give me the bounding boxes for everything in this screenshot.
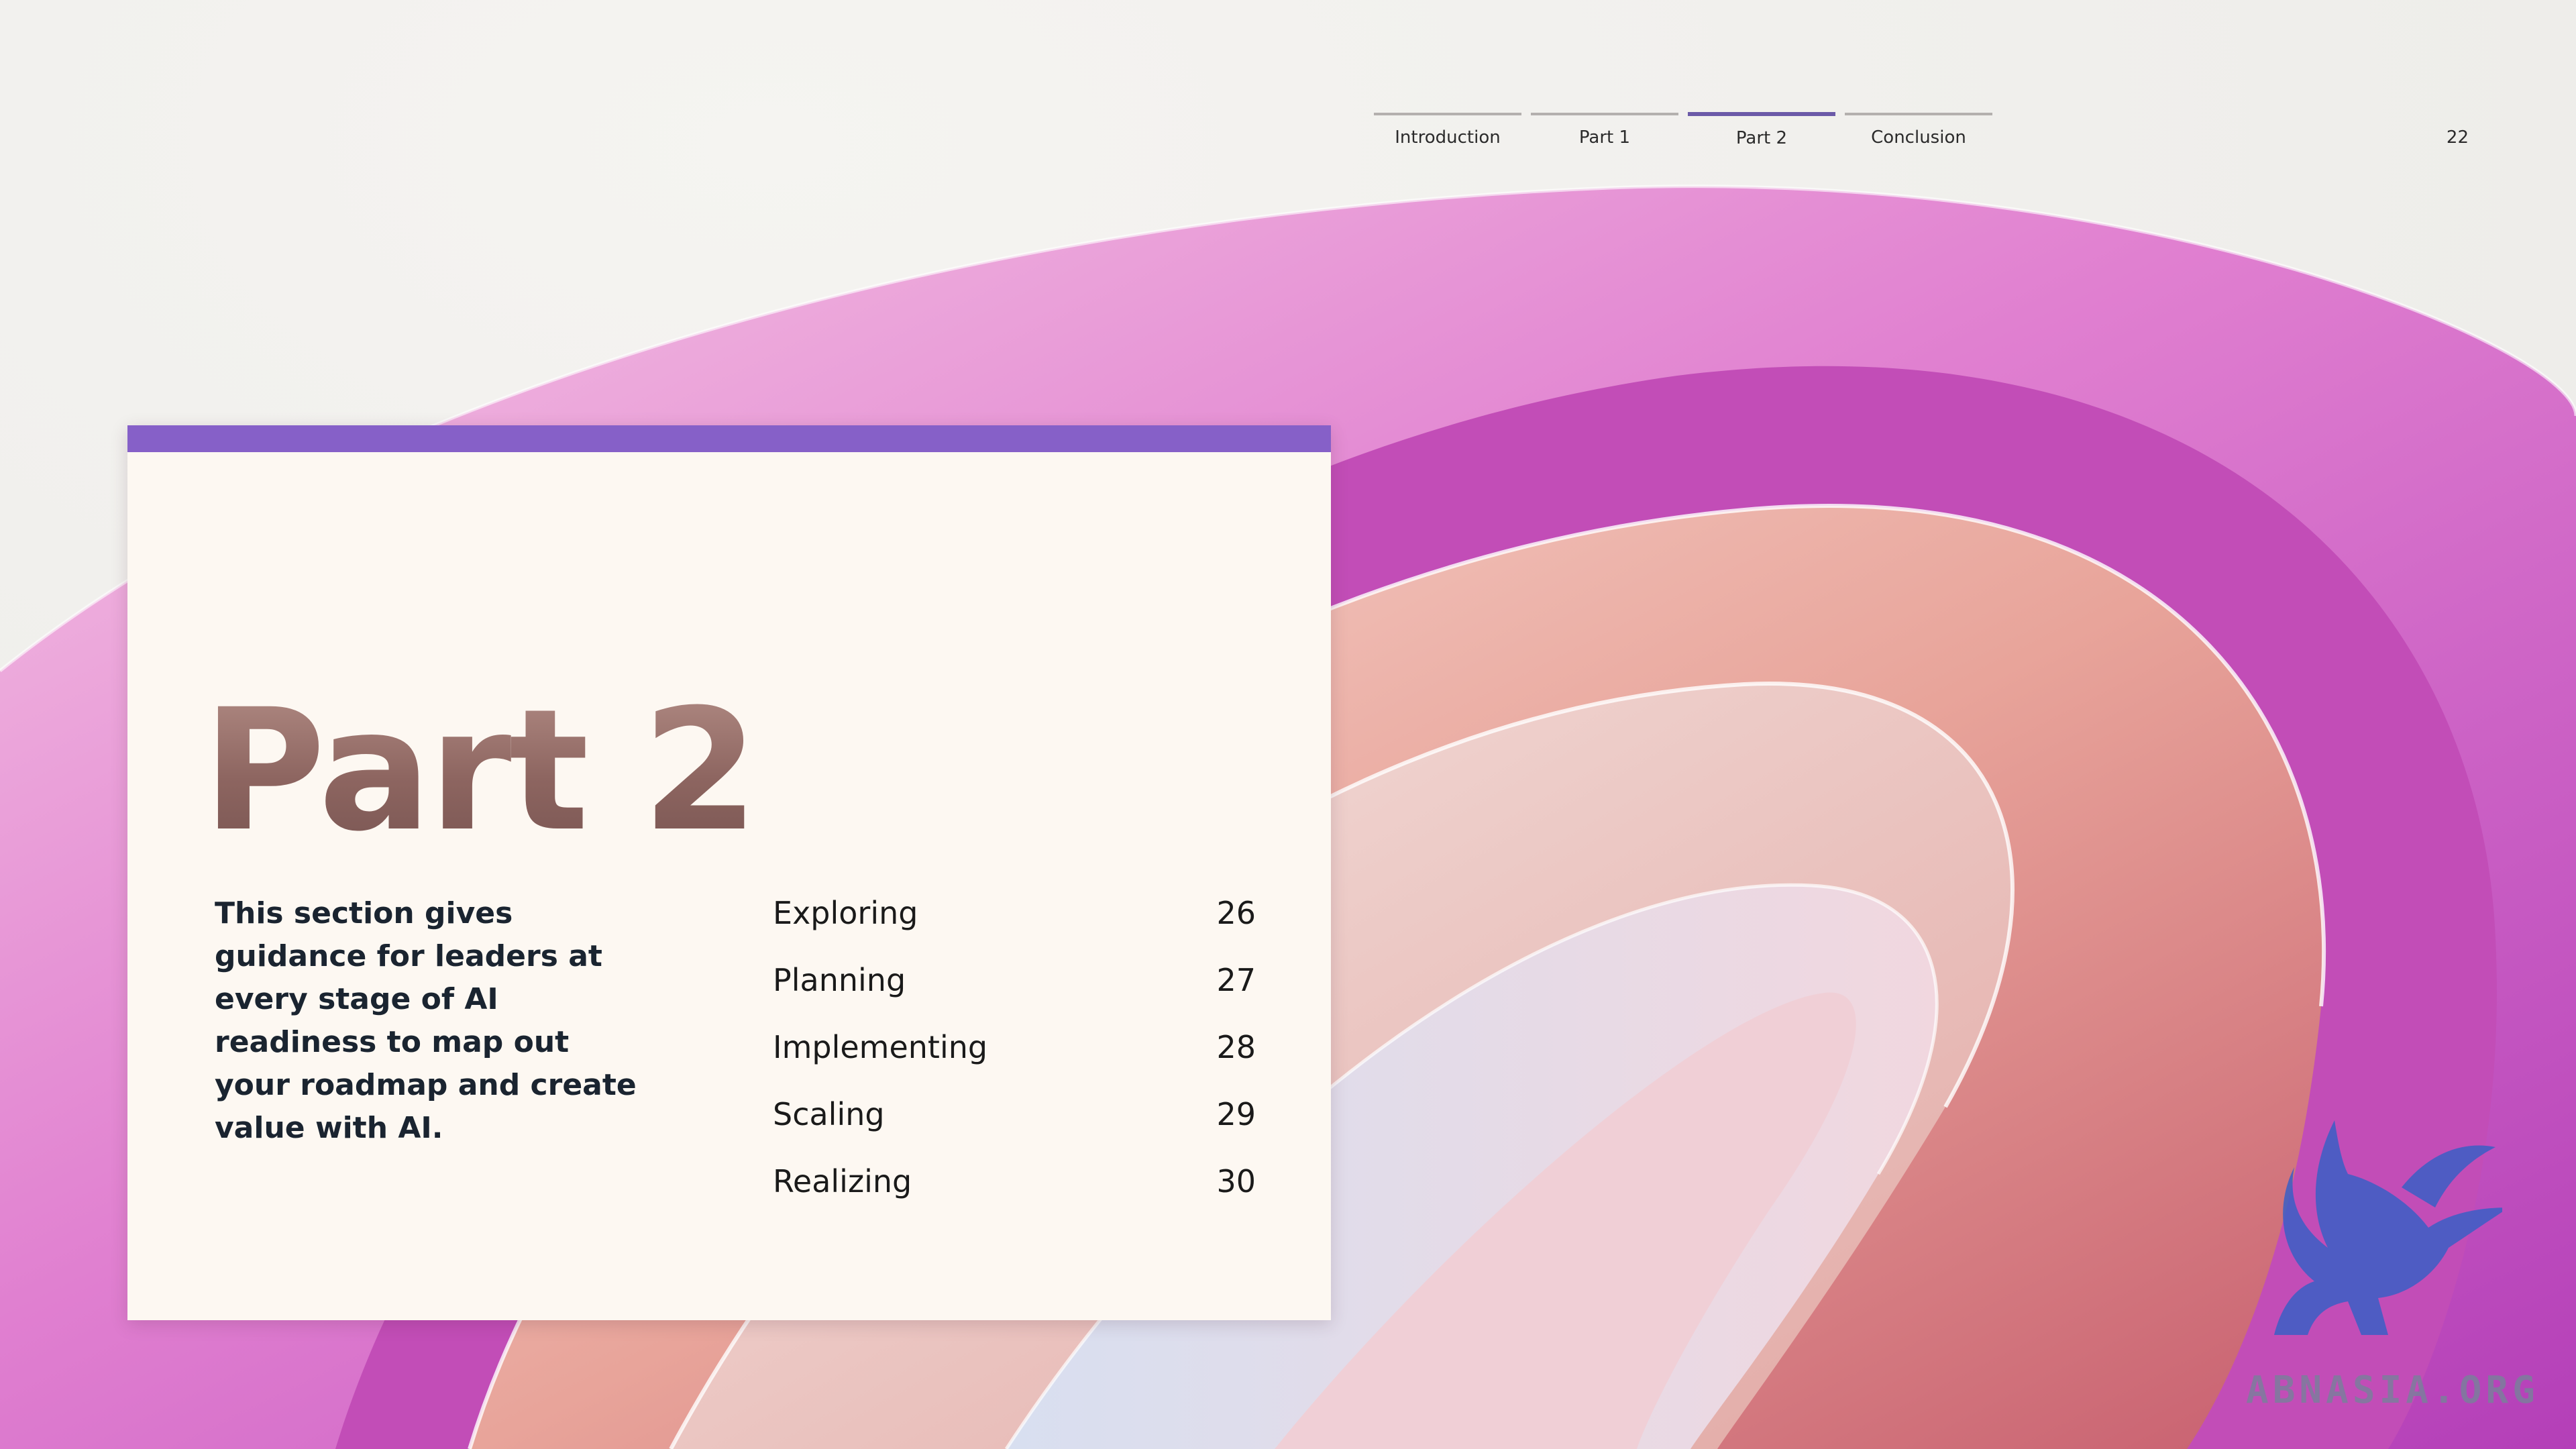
griffin-logo-icon — [2274, 1120, 2502, 1335]
toc-label: Planning — [773, 962, 906, 998]
toc-page-number: 27 — [1216, 962, 1256, 998]
section-card: Part 2 This section gives guidance for l… — [127, 425, 1331, 1320]
nav-tab-label: Part 2 — [1735, 128, 1788, 148]
toc-item-scaling[interactable]: Scaling 29 — [773, 1096, 1256, 1163]
toc-item-realizing[interactable]: Realizing 30 — [773, 1163, 1256, 1230]
toc-item-exploring[interactable]: Exploring 26 — [773, 895, 1256, 962]
toc-label: Scaling — [773, 1096, 885, 1132]
toc-page-number: 26 — [1216, 895, 1256, 931]
toc-page-number: 28 — [1216, 1029, 1256, 1065]
toc-item-planning[interactable]: Planning 27 — [773, 962, 1256, 1029]
nav-tab-label: Introduction — [1395, 127, 1501, 148]
toc-label: Exploring — [773, 895, 918, 931]
watermark-text: ABNASIA.ORG — [2246, 1368, 2539, 1412]
nav-tab-introduction[interactable]: Introduction — [1374, 113, 1521, 156]
accent-bar — [127, 425, 1331, 452]
section-title: Part 2 — [203, 673, 759, 868]
toc-label: Implementing — [773, 1029, 988, 1065]
toc-label: Realizing — [773, 1163, 912, 1199]
nav-tab-label: Conclusion — [1871, 127, 1966, 148]
page-number: 22 — [2446, 127, 2469, 148]
table-of-contents: Exploring 26 Planning 27 Implementing 28… — [773, 895, 1256, 1230]
toc-page-number: 30 — [1216, 1163, 1256, 1199]
toc-page-number: 29 — [1216, 1096, 1256, 1132]
nav-tab-label: Part 1 — [1578, 127, 1631, 148]
nav-tab-conclusion[interactable]: Conclusion — [1845, 113, 1992, 156]
nav-tab-part-1[interactable]: Part 1 — [1531, 113, 1678, 156]
nav-tab-part-2[interactable]: Part 2 — [1688, 112, 1835, 156]
toc-item-implementing[interactable]: Implementing 28 — [773, 1029, 1256, 1096]
section-description: This section gives guidance for leaders … — [215, 896, 637, 1145]
